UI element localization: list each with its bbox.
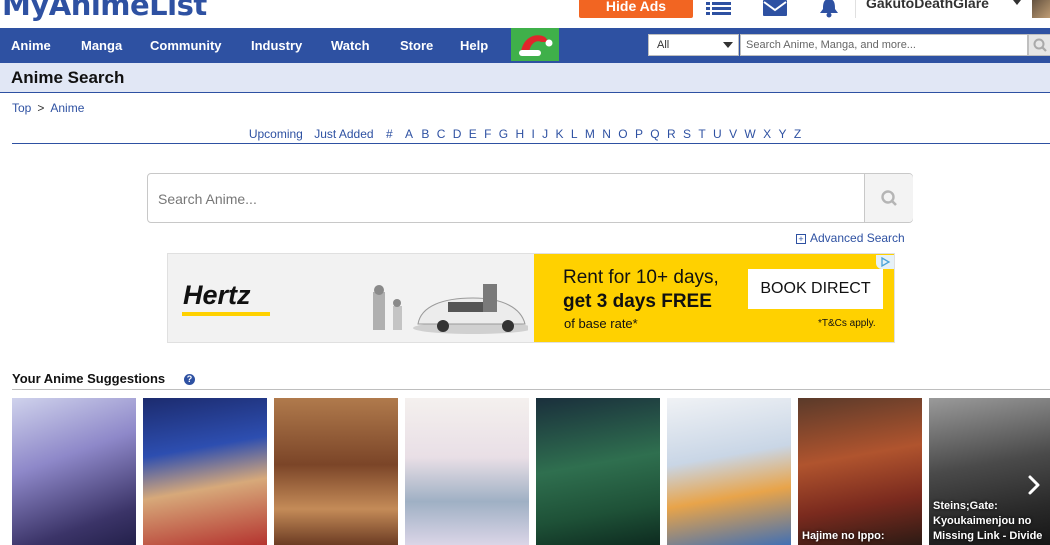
page-title: Anime Search [11,68,125,87]
page-header: Anime Search [0,63,1050,93]
page-root: MyAnimeList Hide Ads GakutoDeathGlare An… [0,0,1050,545]
filter-letter[interactable]: D [453,127,462,141]
filter-letter[interactable]: H [515,127,524,141]
avatar[interactable] [1032,0,1050,18]
search-icon [1033,38,1047,52]
breadcrumb-anime[interactable]: Anime [50,101,84,115]
search-category-value: All [657,39,670,51]
filter-letter[interactable]: A [405,127,413,141]
hide-ads-button[interactable]: Hide Ads [579,0,693,18]
filter-letter[interactable]: F [484,127,491,141]
nav-search-button[interactable] [1028,34,1050,56]
filter-letter[interactable]: T [698,127,705,141]
username-menu[interactable]: GakutoDeathGlare [866,0,989,11]
nav-item-manga[interactable]: Manga [81,28,122,63]
ad-image-panel: Hertz [168,254,535,342]
filter-letter[interactable]: R [667,127,676,141]
mail-icon[interactable] [760,0,790,19]
nav-item-store[interactable]: Store [400,28,433,63]
anime-search-input[interactable]: Search Anime... [158,191,257,207]
suggestions-divider [12,389,1050,390]
filter-just-added[interactable]: Just Added [314,127,373,141]
nav-item-watch[interactable]: Watch [331,28,370,63]
list-icon[interactable] [704,0,734,19]
filter-letter[interactable]: K [556,127,564,141]
ad-offer-panel: Rent for 10+ days, get 3 days FREE of ba… [534,254,894,342]
filter-letter[interactable]: E [469,127,477,141]
anime-suggestion-card[interactable] [536,398,660,545]
bell-icon[interactable] [814,0,844,19]
anime-suggestion-card[interactable]: Hajime no Ippo: [798,398,922,545]
filter-letter[interactable]: N [602,127,611,141]
ad-headline: Rent for 10+ days, [563,267,719,288]
filter-letter[interactable]: X [763,127,771,141]
nav-item-industry[interactable]: Industry [251,28,302,63]
anime-suggestion-card[interactable] [405,398,529,545]
suggestions-title: Your Anime Suggestions [12,371,166,386]
ad-offer: get 3 days FREE [563,291,712,312]
chevron-down-icon [723,42,733,48]
filter-letter[interactable]: U [713,127,722,141]
breadcrumb-separator: > [37,101,45,115]
filter-letter[interactable]: Q [650,127,659,141]
anime-suggestion-card[interactable] [143,398,267,545]
section-divider [12,143,1050,144]
filter-letter[interactable]: P [635,127,643,141]
filter-letter[interactable]: B [421,127,429,141]
hertz-ad-banner[interactable]: Hertz Rent for 10+ days, get 3 days FREE… [167,253,895,343]
hertz-logo-bar [182,312,270,316]
filter-hash[interactable]: # [386,127,393,141]
anime-search-box: Search Anime... [147,173,913,223]
filter-letter[interactable]: M [585,127,595,141]
book-direct-button[interactable]: BOOK DIRECT [748,269,883,309]
filter-letter[interactable]: W [744,127,755,141]
adchoices-icon[interactable] [876,255,894,269]
anime-suggestion-card[interactable] [274,398,398,545]
ad-terms: *T&Cs apply. [818,318,876,329]
filter-letter[interactable]: O [618,127,627,141]
nav-search-input[interactable]: Search Anime, Manga, and more... [740,34,1028,56]
anime-suggestion-card[interactable] [12,398,136,545]
anime-title: Hajime no Ippo: [802,530,885,542]
help-icon[interactable]: ? [184,374,195,385]
header-divider [855,0,856,18]
filter-letter[interactable]: Y [778,127,786,141]
nav-item-anime[interactable]: Anime [11,28,51,63]
filter-upcoming[interactable]: Upcoming [249,127,303,141]
anime-search-button[interactable] [864,174,913,222]
breadcrumb: Top > Anime [12,101,84,115]
filter-letter[interactable]: C [437,127,446,141]
advanced-search-label: Advanced Search [810,231,905,245]
top-header: MyAnimeList Hide Ads GakutoDeathGlare [0,0,1050,28]
filter-letter[interactable]: S [683,127,691,141]
nav-item-help[interactable]: Help [460,28,488,63]
filter-letter[interactable]: G [499,127,508,141]
hertz-logo: Hertz [183,280,251,310]
plus-icon: + [796,234,806,244]
filter-letter[interactable]: L [571,127,578,141]
filter-letter[interactable]: V [729,127,737,141]
filter-letter[interactable]: J [542,127,548,141]
nav-item-community[interactable]: Community [150,28,222,63]
car-image [373,284,528,334]
filter-letter[interactable]: Z [794,127,801,141]
chevron-right-icon[interactable] [1022,470,1046,500]
santa-hat-icon[interactable] [511,28,559,61]
ad-subtext: of base rate* [564,316,638,331]
breadcrumb-top[interactable]: Top [12,101,31,115]
filter-letter[interactable]: I [531,127,534,141]
anime-suggestion-card[interactable] [667,398,791,545]
search-icon [881,190,897,206]
letter-filter-bar: Upcoming Just Added # A B C D E F G H I … [0,127,1050,141]
chevron-down-icon[interactable] [1013,0,1021,5]
nav-search: All Search Anime, Manga, and more... [648,34,1050,56]
advanced-search-link[interactable]: + Advanced Search [796,231,905,245]
anime-title: Steins;Gate: Kyoukaimenjou no Missing Li… [933,500,1043,542]
site-logo[interactable]: MyAnimeList [2,0,207,22]
search-category-select[interactable]: All [648,34,739,56]
